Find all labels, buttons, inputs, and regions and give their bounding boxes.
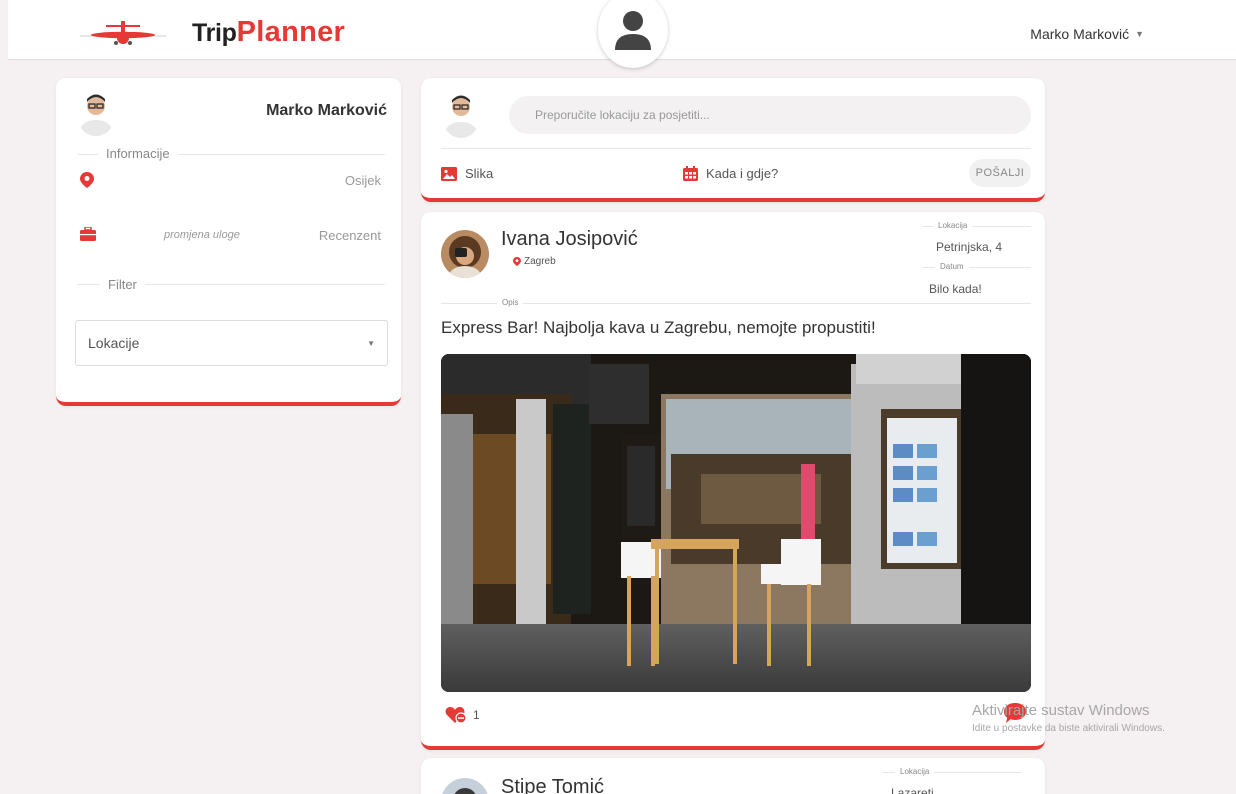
post-location: Lazareti <box>891 786 934 794</box>
profile-name: Marko Marković <box>266 102 387 119</box>
brand-trip: Trip <box>192 19 237 47</box>
calendar-icon <box>683 166 698 181</box>
map-marker-icon <box>80 172 94 188</box>
role-change-link[interactable]: promjena uloge <box>164 229 240 241</box>
profile-avatar <box>76 90 116 136</box>
like-count: 1 <box>473 708 480 722</box>
date-label: Datum <box>935 262 969 271</box>
image-icon <box>441 166 457 181</box>
location-filter-select[interactable]: Lokacije ▼ <box>75 320 388 366</box>
divider <box>441 303 1031 304</box>
author-avatar[interactable] <box>441 230 489 278</box>
caret-down-icon: ▼ <box>367 338 375 348</box>
image-button-label: Slika <box>465 166 494 181</box>
post-card: Stipe Tomić Lokacija Lazareti <box>421 758 1045 794</box>
profile-city: Osijek <box>344 173 381 188</box>
when-where-button[interactable]: Kada i gdje? <box>683 166 778 181</box>
user-silhouette-icon <box>615 11 651 50</box>
location-label: Lokacija <box>895 767 935 776</box>
map-marker-icon <box>513 257 521 266</box>
post-location: Petrinjska, 4 <box>936 240 1003 254</box>
like-button[interactable]: 1 <box>445 706 480 724</box>
user-avatar <box>441 90 481 138</box>
send-button[interactable]: POŠALJI <box>969 159 1031 187</box>
profile-card: Marko Marković Informacije Osijek promje… <box>56 78 401 406</box>
input-placeholder: Preporučite lokaciju za posjetiti... <box>535 108 710 122</box>
post-date: Bilo kada! <box>929 282 982 296</box>
heart-minus-icon <box>445 707 467 724</box>
info-legend: Informacije <box>98 146 178 161</box>
briefcase-icon <box>80 227 96 241</box>
top-navbar: TripPlanner Marko Marković ▼ <box>8 0 1236 68</box>
description-label: Opis <box>497 298 524 307</box>
airplane-logo-icon[interactable] <box>80 16 166 48</box>
author-avatar[interactable] <box>441 778 489 794</box>
author-city: Zagreb <box>524 256 556 267</box>
post-description: Express Bar! Najbolja kava u Zagrebu, ne… <box>441 318 876 337</box>
post-author-location: Zagreb <box>513 256 556 267</box>
user-menu-dropdown[interactable]: Marko Marković ▼ <box>1030 26 1144 42</box>
filter-legend: Filter <box>100 277 145 292</box>
new-post-card: Preporučite lokaciju za posjetiti... Sli… <box>421 78 1045 202</box>
post-photo[interactable] <box>441 354 1031 692</box>
brand-planner: Planner <box>236 16 346 48</box>
post-card: Ivana Josipović Zagreb Lokacija Petrinjs… <box>421 212 1045 750</box>
windows-activation-watermark: Aktivirajte sustav Windows Idite u posta… <box>972 702 1165 734</box>
divider <box>441 148 1031 149</box>
user-menu-name: Marko Marković <box>1030 26 1130 42</box>
select-value: Lokacije <box>88 335 140 351</box>
profile-avatar-button[interactable] <box>598 0 668 68</box>
when-where-label: Kada i gdje? <box>706 166 779 181</box>
profile-role: Recenzent <box>318 228 381 243</box>
watermark-subtitle: Idite u postavke da biste aktivirali Win… <box>972 723 1165 734</box>
watermark-title: Aktivirajte sustav Windows <box>972 702 1150 719</box>
add-image-button[interactable]: Slika <box>441 166 493 181</box>
brand-logo-text[interactable]: TripPlanner <box>192 16 345 49</box>
caret-down-icon: ▼ <box>1135 29 1144 39</box>
recommend-location-input[interactable]: Preporučite lokaciju za posjetiti... <box>509 96 1031 134</box>
post-author-name[interactable]: Ivana Josipović <box>501 228 638 251</box>
location-label: Lokacija <box>933 221 973 230</box>
post-author-name[interactable]: Stipe Tomić <box>501 776 604 794</box>
